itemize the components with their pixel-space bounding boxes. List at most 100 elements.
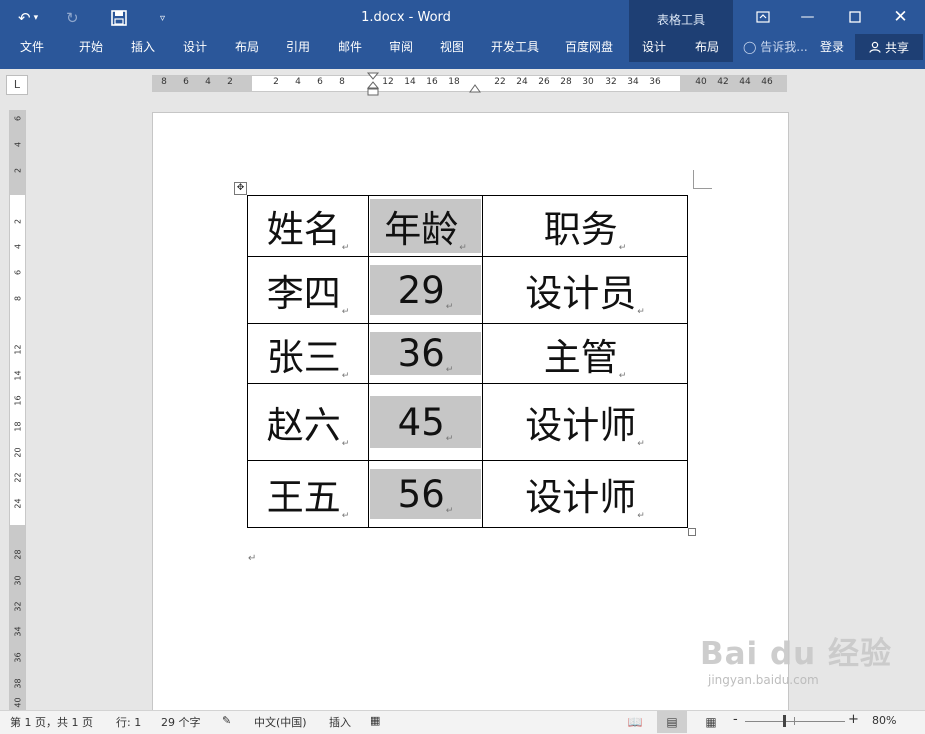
cell-end-mark: ↵ (341, 243, 350, 253)
horizontal-ruler[interactable]: 8 6 4 2 2 4 6 8 12 14 16 18 22 24 26 28 … (152, 72, 787, 96)
table-cell[interactable]: 张三↵ (247, 323, 369, 384)
cell-end-mark: ↵ (459, 243, 467, 253)
table-cell-shaded[interactable]: 36↵ (368, 323, 483, 384)
ruler-number: 32 (13, 601, 23, 612)
cell-text: 29 (397, 268, 445, 312)
ruler-number: 26 (538, 77, 550, 87)
tab-table-design[interactable]: 设计 (642, 38, 666, 55)
cell-end-mark: ↵ (341, 370, 350, 381)
ruler-number: 46 (761, 77, 773, 87)
tab-view[interactable]: 视图 (440, 38, 464, 55)
proofing-icon[interactable]: ✎ (222, 714, 231, 727)
table-cell[interactable]: 李四↵ (247, 256, 369, 324)
cell-end-mark: ↵ (618, 370, 627, 381)
ruler-number: 14 (13, 370, 23, 381)
table-resize-handle[interactable] (688, 528, 696, 536)
ruler-number: 14 (404, 77, 416, 87)
table-cell[interactable]: 设计师↵ (482, 460, 688, 528)
table-cell[interactable]: 设计员↵ (482, 256, 688, 324)
tab-mailings[interactable]: 邮件 (338, 38, 362, 55)
cell-end-mark: ↵ (341, 439, 350, 449)
read-mode-button[interactable]: 📖 (620, 711, 650, 733)
paragraph-mark: ↵ (248, 553, 257, 564)
tab-insert[interactable]: 插入 (131, 38, 155, 55)
tab-selector[interactable]: L (6, 75, 28, 95)
cell-end-mark: ↵ (618, 243, 627, 253)
line-number[interactable]: 行: 1 (116, 714, 141, 730)
table-cell[interactable]: 职务↵ (482, 195, 688, 257)
maximize-button[interactable] (832, 0, 877, 34)
ruler-number: 8 (13, 295, 23, 302)
tab-review[interactable]: 审阅 (389, 38, 413, 55)
ruler-number: 2 (13, 167, 23, 174)
book-icon: 📖 (627, 715, 643, 729)
web-layout-button[interactable]: ▦ (696, 711, 726, 733)
table-cell-shaded[interactable]: 45↵ (368, 383, 483, 461)
lightbulb-icon: ◯ (743, 40, 757, 54)
ruler-number: 22 (494, 77, 506, 87)
tab-table-layout[interactable]: 布局 (695, 38, 719, 55)
ruler-number: 8 (339, 77, 345, 87)
ruler-number: 30 (13, 575, 23, 586)
cell-text: 李四 (266, 272, 341, 315)
table-cell-shaded[interactable]: 29↵ (368, 256, 483, 324)
ruler-number: 24 (13, 498, 23, 509)
table-cell-shaded[interactable]: 56↵ (368, 460, 483, 528)
cell-text: 设计师 (525, 476, 637, 519)
table-cell[interactable]: 赵六↵ (247, 383, 369, 461)
watermark-url: jingyan.baidu.com (708, 673, 819, 687)
table-cell[interactable]: 姓名↵ (247, 195, 369, 257)
ruler-number: 44 (739, 77, 751, 87)
status-bar: 第 1 页，共 1 页 行: 1 29 个字 ✎ 中文(中国) 插入 ▦ 📖 ▤… (0, 710, 925, 734)
document-table[interactable]: 姓名↵ 年龄↵ 职务↵ 李四↵ 29↵ 设计员↵ 张三↵ 36↵ 主管↵ 赵六↵… (247, 195, 688, 528)
table-row: 赵六↵ 45↵ 设计师↵ (247, 383, 688, 461)
cell-end-mark: ↵ (445, 365, 454, 375)
tab-home[interactable]: 开始 (79, 38, 103, 55)
ruler-number: 40 (695, 77, 707, 87)
table-cell[interactable]: 设计师↵ (482, 383, 688, 461)
cell-end-mark: ↵ (637, 307, 645, 317)
vertical-ruler[interactable]: 6 4 2 2 4 6 8 12 14 16 18 20 22 24 28 30… (9, 110, 26, 710)
ruler-number: 16 (426, 77, 438, 87)
word-count[interactable]: 29 个字 (161, 714, 201, 730)
tab-file[interactable]: 文件 (20, 38, 44, 55)
tell-me-box[interactable]: ◯ 告诉我... (743, 38, 808, 55)
language[interactable]: 中文(中国) (254, 714, 307, 730)
ruler-number: 16 (13, 395, 23, 406)
zoom-level[interactable]: 80% (872, 714, 896, 727)
zoom-out-button[interactable]: - (733, 712, 738, 727)
close-button[interactable]: ✕ (878, 0, 923, 34)
zoom-thumb[interactable] (783, 715, 786, 727)
cell-text: 56 (397, 472, 445, 516)
ruler-number: 38 (13, 678, 23, 689)
ribbon-display-button[interactable] (740, 0, 785, 34)
ruler-number: 24 (516, 77, 528, 87)
maximize-icon (848, 11, 861, 23)
right-indent-marker[interactable] (469, 80, 481, 94)
print-layout-button[interactable]: ▤ (657, 711, 687, 733)
tab-design[interactable]: 设计 (183, 38, 207, 55)
tab-references[interactable]: 引用 (286, 38, 310, 55)
ruler-number: 34 (13, 626, 23, 637)
minimize-button[interactable]: — (785, 0, 830, 34)
ruler-number: 4 (205, 77, 211, 87)
insert-mode[interactable]: 插入 (329, 714, 351, 730)
web-icon: ▦ (705, 715, 717, 729)
tab-layout[interactable]: 布局 (235, 38, 259, 55)
zoom-in-button[interactable]: + (848, 712, 859, 727)
login-link[interactable]: 登录 (820, 38, 844, 55)
tab-baidu-netdisk[interactable]: 百度网盘 (565, 38, 613, 55)
table-cell-shaded[interactable]: 年龄↵ (368, 195, 483, 257)
table-cell[interactable]: 王五↵ (247, 460, 369, 528)
zoom-slider[interactable] (745, 721, 845, 722)
cell-text: 主管 (543, 335, 618, 379)
table-cell[interactable]: 主管↵ (482, 323, 688, 384)
share-button[interactable]: 共享 (855, 34, 923, 60)
macro-icon[interactable]: ▦ (370, 714, 380, 727)
indent-marker[interactable] (366, 72, 380, 98)
cell-end-mark: ↵ (341, 307, 350, 317)
cell-text: 王五 (266, 476, 341, 519)
table-move-handle[interactable]: ✥ (234, 182, 247, 195)
page-count[interactable]: 第 1 页，共 1 页 (10, 714, 93, 730)
tab-developer[interactable]: 开发工具 (491, 38, 539, 55)
